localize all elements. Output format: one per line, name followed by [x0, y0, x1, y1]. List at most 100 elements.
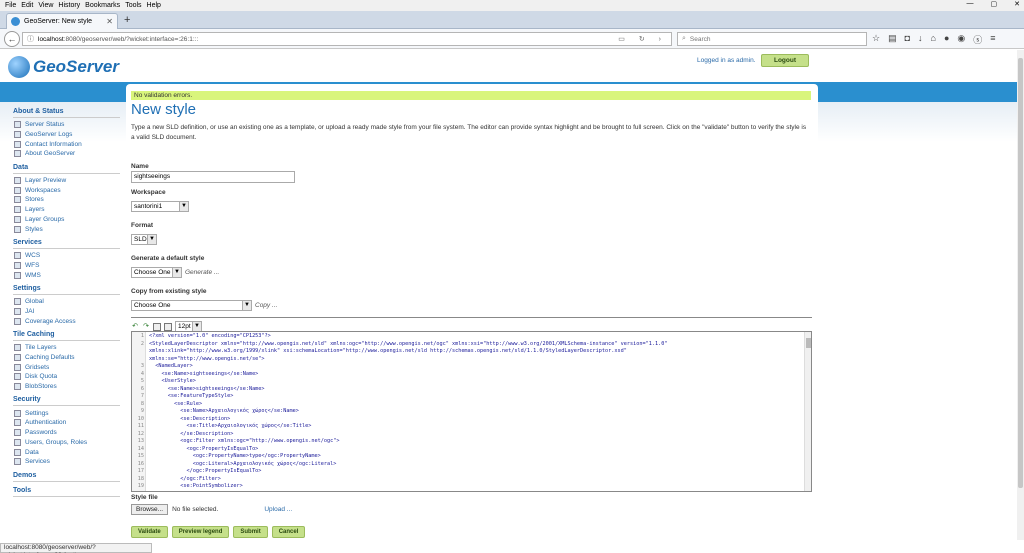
menu-tools[interactable]: Tools — [125, 2, 141, 9]
sidebar-section-title[interactable]: About & Status — [13, 108, 125, 115]
close-icon[interactable]: ✕ — [1014, 0, 1020, 8]
sidebar-divider — [13, 405, 120, 407]
sidebar-item[interactable]: Stores — [14, 195, 125, 205]
sidebar-item[interactable]: GeoServer Logs — [14, 130, 125, 140]
line-number: 8 — [140, 400, 144, 407]
download-icon[interactable]: ↓ — [918, 33, 923, 46]
sidebar-item[interactable]: Server Status — [14, 120, 125, 130]
sidebar-item[interactable]: Authentication — [14, 418, 125, 428]
sidebar-section-title[interactable]: Demos — [13, 472, 125, 479]
menu-file[interactable]: File — [5, 2, 16, 9]
copy-select[interactable]: Choose One ▼ — [131, 300, 252, 311]
menu-edit[interactable]: Edit — [21, 2, 33, 9]
menu-bar: File Edit View History Bookmarks Tools H… — [0, 0, 1024, 11]
sidebar-item[interactable]: Gridsets — [14, 362, 125, 372]
skype-icon[interactable]: ⓢ — [973, 33, 982, 46]
sidebar-item[interactable]: Contact Information — [14, 139, 125, 149]
sidebar-item[interactable]: Layer Preview — [14, 176, 125, 186]
preview-legend-button[interactable]: Preview legend — [171, 526, 230, 538]
sld-code-editor[interactable]: 1 <?xml version="1.0" encoding="CP1253"?>… — [131, 331, 812, 492]
sidebar-item[interactable]: Caching Defaults — [14, 353, 125, 363]
url-bar[interactable]: ⓘ localhost:8080/geoserver/web/?wicket:i… — [22, 32, 672, 46]
sidebar-item[interactable]: WCS — [14, 251, 125, 261]
code-line: 18 </ogc:Filter> — [132, 476, 811, 484]
sidebar-item[interactable]: Services — [14, 457, 125, 467]
editor-scroll-thumb[interactable] — [806, 338, 811, 348]
sidebar-item[interactable]: Coverage Access — [14, 316, 125, 326]
sidebar-item[interactable]: Passwords — [14, 428, 125, 438]
geoserver-logo[interactable]: GeoServer — [8, 56, 119, 78]
info-icon[interactable]: ⓘ — [27, 34, 34, 44]
sidebar-item[interactable]: WFS — [14, 261, 125, 271]
generate-link[interactable]: Generate ... — [185, 269, 219, 276]
name-field[interactable]: sightseeings — [131, 171, 295, 183]
sidebar-item[interactable]: Tile Layers — [14, 343, 125, 353]
sidebar-item[interactable]: About GeoServer — [14, 149, 125, 159]
scroll-thumb[interactable] — [1018, 58, 1023, 488]
page-scrollbar[interactable] — [1017, 50, 1024, 540]
sidebar-item[interactable]: BlobStores — [14, 382, 125, 392]
cancel-button[interactable]: Cancel — [271, 526, 306, 538]
home-icon[interactable]: ⌂ — [931, 33, 936, 46]
url-text: localhost:8080/geoserver/web/?wicket:int… — [38, 35, 199, 43]
page-title: New style — [131, 101, 197, 118]
pocket-icon[interactable]: ◘ — [905, 33, 910, 46]
logout-button[interactable]: Logout — [761, 54, 809, 67]
sidebar-item[interactable]: Users, Groups, Roles — [14, 438, 125, 448]
main-panel: No validation errors. New style Type a n… — [126, 84, 818, 540]
sidebar-item[interactable]: Styles — [14, 224, 125, 234]
sidebar-item-label: Services — [25, 458, 50, 466]
bookmark-star-icon[interactable]: ☆ — [872, 33, 880, 46]
submit-button[interactable]: Submit — [233, 526, 268, 538]
sidebar-section-title[interactable]: Tools — [13, 487, 125, 494]
menu-view[interactable]: View — [38, 2, 53, 9]
redo-icon[interactable]: ↷ — [142, 323, 150, 331]
sidebar-item[interactable]: Workspaces — [14, 185, 125, 195]
browser-tab[interactable]: GeoServer: New style ✕ — [6, 13, 118, 29]
tab-close-icon[interactable]: ✕ — [106, 17, 113, 26]
line-number: 11 — [137, 423, 144, 429]
minimize-icon[interactable]: — — [967, 0, 974, 8]
menu-history[interactable]: History — [58, 2, 80, 9]
layergroup-icon — [14, 215, 21, 223]
sidebar-item[interactable]: Data — [14, 447, 125, 457]
menu-help[interactable]: Help — [147, 2, 161, 9]
generate-select[interactable]: Choose One ▼ — [131, 267, 182, 278]
reader-reload-icons[interactable]: ▭ ↻ › — [618, 35, 667, 43]
menu-bookmarks[interactable]: Bookmarks — [85, 2, 120, 9]
sidebar-item[interactable]: Disk Quota — [14, 372, 125, 382]
copy-link[interactable]: Copy ... — [255, 302, 277, 309]
library-icon[interactable]: ▤ — [888, 33, 897, 46]
sidebar-item[interactable]: Layers — [14, 205, 125, 215]
back-icon[interactable]: ← — [4, 31, 20, 47]
sidebar-item[interactable]: WMS — [14, 270, 125, 280]
browse-button[interactable]: Browse... — [131, 504, 169, 515]
reformat-icon[interactable] — [164, 322, 172, 331]
sidebar-item[interactable]: Layer Groups — [14, 215, 125, 225]
menu-icon[interactable]: ≡ — [990, 33, 995, 46]
search-input[interactable] — [689, 35, 850, 43]
code-text: </ogc:Filter> — [149, 475, 221, 482]
sidebar-section-title[interactable]: Security — [13, 396, 125, 403]
upload-link[interactable]: Upload ... — [264, 506, 292, 513]
format-select[interactable]: SLD ▼ — [131, 234, 157, 245]
editor-scrollbar[interactable] — [804, 332, 811, 491]
search-bar[interactable]: ⌕ — [677, 32, 867, 46]
undo-icon[interactable]: ↶ — [131, 323, 139, 331]
validate-button[interactable]: Validate — [131, 526, 168, 538]
goto-line-icon[interactable] — [153, 322, 161, 331]
chat-icon[interactable]: ● — [944, 33, 949, 46]
sidebar-item[interactable]: JAI — [14, 307, 125, 317]
search-icon: ⌕ — [682, 35, 686, 42]
new-tab-icon[interactable]: + — [124, 14, 130, 26]
extension-icon[interactable]: ◉ — [957, 33, 965, 46]
sidebar-item[interactable]: Settings — [14, 408, 125, 418]
line-number: 20 — [132, 491, 146, 492]
maximize-icon[interactable]: ▢ — [991, 0, 998, 8]
workspace-select[interactable]: santorini1 ▼ — [131, 201, 189, 212]
sidebar-section-title[interactable]: Data — [13, 164, 125, 171]
sidebar-section-title[interactable]: Services — [13, 239, 125, 246]
sidebar-section-title[interactable]: Settings — [13, 285, 125, 292]
sidebar-section-title[interactable]: Tile Caching — [13, 331, 125, 338]
sidebar-item[interactable]: Global — [14, 297, 125, 307]
